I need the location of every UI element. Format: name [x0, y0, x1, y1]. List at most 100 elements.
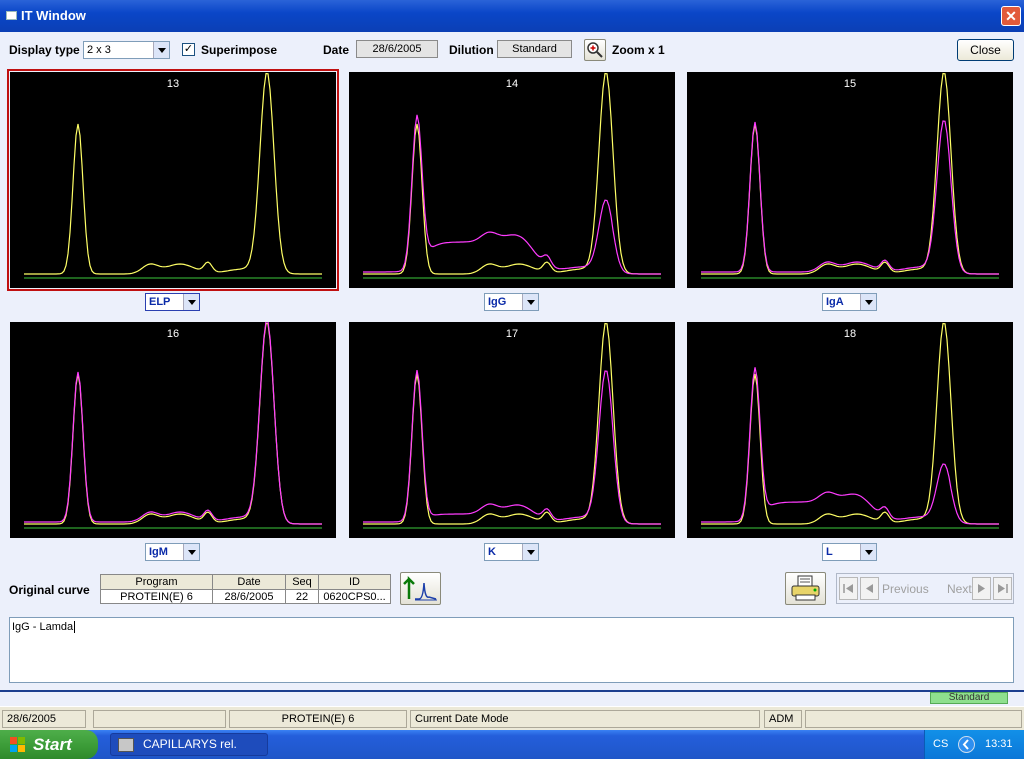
- start-label: Start: [33, 735, 72, 754]
- panel-selector-l[interactable]: L: [822, 543, 877, 561]
- status-program: PROTEIN(E) 6: [229, 710, 407, 728]
- close-button[interactable]: Close: [957, 39, 1014, 61]
- superimpose-checkbox[interactable]: ✓: [182, 43, 195, 56]
- text-cursor: [74, 621, 76, 633]
- clock: 13:31: [985, 738, 1013, 750]
- it-window: Display type 2 x 3 ✓ Superimpose Date 28…: [0, 32, 1024, 690]
- column-header: Seq: [285, 574, 319, 590]
- taskbar-item-label: CAPILLARYS rel. 5.1....: [143, 737, 237, 759]
- reference-curve: [24, 72, 322, 275]
- zoom-label: Zoom x 1: [612, 43, 665, 57]
- panel-selector-value: IgA: [826, 296, 844, 308]
- table-row[interactable]: PROTEIN(E) 6 28/6/2005 22 0620CPS0...: [100, 589, 391, 604]
- column-header: Date: [212, 574, 286, 590]
- window-title: IT Window: [21, 8, 86, 23]
- panel-number: 14: [505, 78, 519, 90]
- last-record-button[interactable]: [993, 577, 1012, 600]
- window-close-button[interactable]: ✕: [1001, 6, 1021, 26]
- system-tray: CS 13:31: [924, 730, 1024, 759]
- dilution-field: Standard: [497, 40, 572, 58]
- panel-number: 15: [843, 78, 857, 90]
- status-empty: [93, 710, 226, 728]
- chevron-down-icon[interactable]: [522, 544, 538, 560]
- electrophoresis-curve: [701, 322, 999, 529]
- panel-selector-igg[interactable]: IgG: [484, 293, 539, 311]
- panel-selector-value: IgG: [488, 296, 507, 308]
- original-curve-label: Original curve: [9, 583, 90, 597]
- panel-selector-value: K: [488, 546, 496, 558]
- print-button[interactable]: [785, 572, 826, 605]
- curve-panel-18[interactable]: 18: [687, 322, 1013, 538]
- status-user: ADM: [764, 710, 802, 728]
- taskbar-item-capillarys[interactable]: CAPILLARYS rel. 5.1....: [110, 733, 268, 759]
- chevron-down-icon[interactable]: [522, 294, 538, 310]
- curve-panel-17[interactable]: 17: [349, 322, 675, 538]
- comment-text: IgG - Lamda: [12, 621, 74, 633]
- background-status-badge: Standard: [930, 692, 1008, 704]
- window-titlebar[interactable]: IT Window ✕: [0, 0, 1024, 32]
- chevron-down-icon[interactable]: [183, 294, 199, 310]
- load-original-curve-button[interactable]: [400, 572, 441, 605]
- window-icon: [6, 11, 17, 20]
- table-cell: 28/6/2005: [212, 589, 286, 604]
- electrophoresis-curve: [24, 322, 322, 529]
- display-type-label: Display type: [9, 43, 80, 57]
- windows-logo-icon: [10, 737, 25, 752]
- panel-number: 17: [505, 328, 519, 340]
- column-header: Program: [100, 574, 213, 590]
- table-cell: 22: [285, 589, 319, 604]
- panel-selector-igm[interactable]: IgM: [145, 543, 200, 561]
- comment-textarea[interactable]: IgG - Lamda: [9, 617, 1014, 683]
- date-label: Date: [323, 43, 350, 57]
- electrophoresis-curve: [701, 72, 999, 279]
- curve-panel-13[interactable]: 13: [7, 69, 339, 291]
- taskbar: Start CAPILLARYS rel. 5.1.... CS 13:31: [0, 730, 1024, 759]
- dilution-label: Dilution: [449, 43, 494, 57]
- chevron-down-icon[interactable]: [860, 294, 876, 310]
- overlay-curve: [24, 322, 322, 525]
- next-arrow-button[interactable]: [972, 577, 991, 600]
- tray-expand-button[interactable]: [958, 736, 975, 753]
- next-button[interactable]: Next: [947, 582, 972, 596]
- previous-button[interactable]: Previous: [882, 582, 929, 596]
- panel-number: 16: [166, 328, 180, 340]
- original-curve-table[interactable]: Program Date Seq ID PROTEIN(E) 6 28/6/20…: [100, 574, 391, 604]
- panel-number: 18: [843, 328, 857, 340]
- start-button[interactable]: Start: [0, 730, 98, 759]
- background-window-strip: Standard: [0, 690, 1024, 706]
- electrophoresis-curve: [363, 72, 661, 279]
- navigation-group: Previous Next: [836, 573, 1014, 604]
- chevron-down-icon[interactable]: [153, 42, 169, 58]
- last-record-icon: [998, 584, 1008, 593]
- table-cell: PROTEIN(E) 6: [100, 589, 213, 604]
- table-cell: 0620CPS0...: [318, 589, 391, 604]
- electrophoresis-curve: [363, 322, 661, 529]
- panel-selector-elp[interactable]: ELP: [145, 293, 200, 311]
- electrophoresis-curve: [24, 72, 322, 279]
- display-type-select[interactable]: 2 x 3: [83, 41, 170, 59]
- printer-icon: [791, 575, 820, 601]
- first-record-button[interactable]: [839, 577, 858, 600]
- status-mode: Current Date Mode: [410, 710, 760, 728]
- previous-arrow-button[interactable]: [860, 577, 879, 600]
- chevron-left-icon: [962, 739, 969, 750]
- status-bar: 28/6/2005 PROTEIN(E) 6 Current Date Mode…: [0, 706, 1024, 730]
- triangle-left-icon: [866, 584, 873, 593]
- triangle-right-icon: [978, 584, 985, 593]
- panel-selector-iga[interactable]: IgA: [822, 293, 877, 311]
- status-extra: [805, 710, 1022, 728]
- chevron-down-icon[interactable]: [860, 544, 876, 560]
- language-indicator[interactable]: CS: [933, 738, 948, 750]
- panel-selector-value: IgM: [149, 546, 168, 558]
- date-field: 28/6/2005: [356, 40, 438, 58]
- panel-selector-value: ELP: [149, 296, 171, 308]
- zoom-icon: [587, 42, 603, 58]
- chevron-down-icon[interactable]: [183, 544, 199, 560]
- panel-number: 13: [166, 78, 180, 90]
- curve-panel-14[interactable]: 14: [349, 72, 675, 288]
- panel-selector-k[interactable]: K: [484, 543, 539, 561]
- superimpose-label: Superimpose: [201, 43, 278, 57]
- curve-panel-15[interactable]: 15: [687, 72, 1013, 288]
- curve-panel-16[interactable]: 16: [10, 322, 336, 538]
- zoom-button[interactable]: [584, 39, 606, 61]
